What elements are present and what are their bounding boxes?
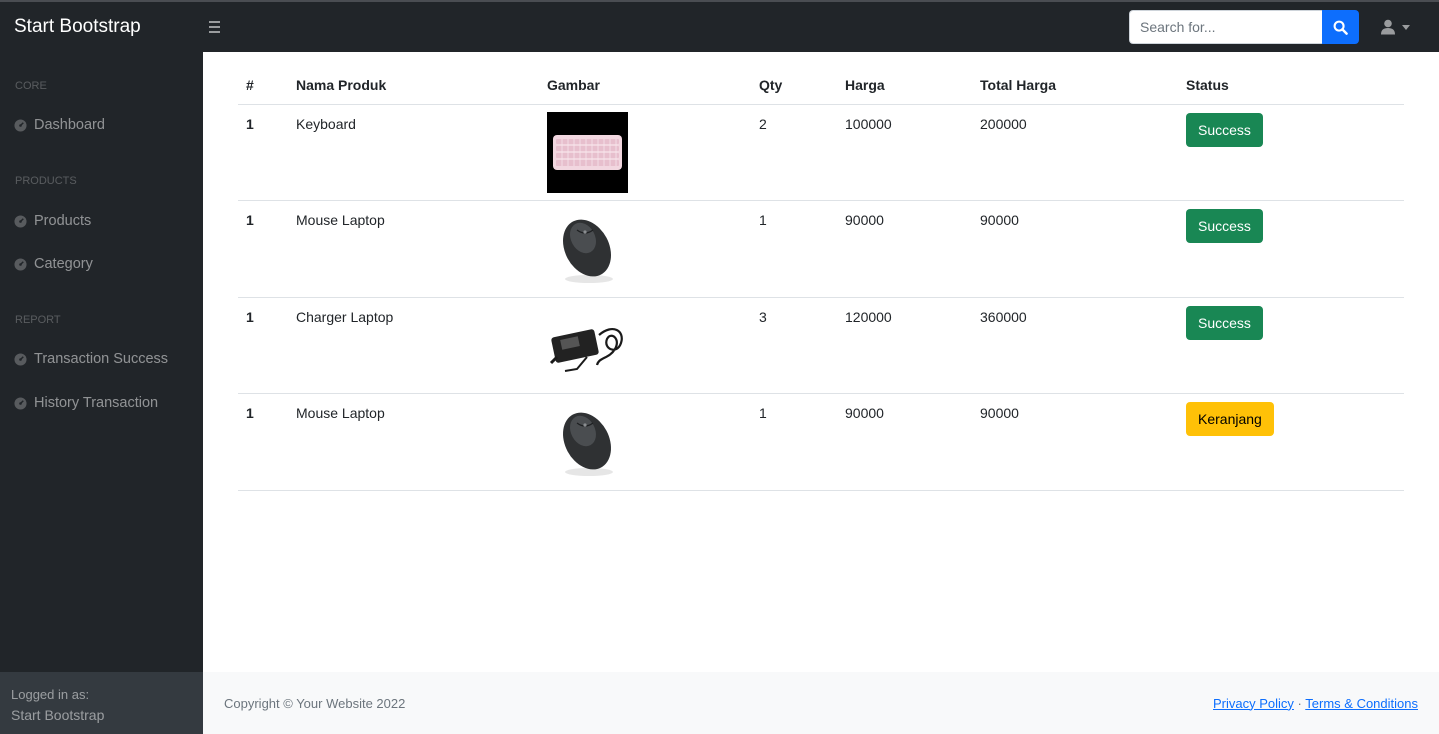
transactions-table: # Nama Produk Gambar Qty Harga Total Har… [238,67,1404,491]
sidebar-footer: Logged in as: Start Bootstrap [0,672,203,734]
table-row: 1 Mouse Laptop 1 90000 90000 Keranjang [238,393,1404,491]
product-name: Charger Laptop [288,297,539,394]
tachometer-icon [14,214,27,228]
column-header: Gambar [539,67,751,105]
page-footer: Copyright © Your Website 2022 Privacy Po… [203,672,1439,734]
navbar-brand[interactable]: Start Bootstrap [0,16,203,38]
top-navbar: Start Bootstrap [0,0,1439,52]
status-keranjang-button[interactable]: Keranjang [1186,402,1274,436]
tachometer-icon [14,396,27,410]
sidebar-item-label: Transaction Success [34,351,169,367]
total-price: 360000 [972,297,1178,394]
sidebar-toggle-button[interactable] [209,21,220,33]
search-input[interactable] [1129,10,1322,44]
column-header: Qty [751,67,837,105]
column-header: Harga [837,67,972,105]
total-price: 90000 [972,393,1178,491]
footer-links: Privacy Policy · Terms & Conditions [1213,696,1418,711]
sidebar-item-label: Dashboard [34,117,105,133]
status-success-button[interactable]: Success [1186,112,1263,147]
logged-in-user: Start Bootstrap [11,707,105,723]
total-price: 90000 [972,200,1178,298]
product-name: Mouse Laptop [288,200,539,298]
column-header: Total Harga [972,67,1178,105]
status-cell: Success [1178,297,1404,394]
column-header: # [238,67,288,105]
sidebar-item-label: Products [34,213,92,229]
row-number: 1 [238,393,288,491]
sidebar-item-category[interactable]: Category [14,256,93,272]
row-number: 1 [238,200,288,298]
footer-separator: · [1297,695,1302,711]
table-header-row: # Nama Produk Gambar Qty Harga Total Har… [238,67,1404,105]
status-cell: Keranjang [1178,393,1404,491]
product-name: Mouse Laptop [288,393,539,491]
sidebar: Core Dashboard Products Products Categor… [0,52,203,734]
quantity: 2 [751,104,837,201]
privacy-policy-link[interactable]: Privacy Policy [1213,696,1294,711]
column-header: Status [1178,67,1404,105]
sidebar-item-label: History Transaction [34,395,159,411]
sidebar-item-transaction-success[interactable]: Transaction Success [14,351,168,367]
tachometer-icon [14,257,27,271]
row-number: 1 [238,104,288,201]
status-success-button[interactable]: Success [1186,209,1263,243]
status-cell: Success [1178,200,1404,298]
table-row: 1 Keyboard 2 100000 200000 Success [238,104,1404,201]
quantity: 1 [751,200,837,298]
mouse-image [563,412,613,476]
sidebar-item-dashboard[interactable]: Dashboard [14,117,105,133]
terms-conditions-link[interactable]: Terms & Conditions [1305,696,1418,711]
status-cell: Success [1178,104,1404,201]
search-icon [1333,20,1348,35]
sidebar-item-label: Category [34,256,93,272]
status-success-button[interactable]: Success [1186,305,1263,340]
price: 90000 [837,393,972,491]
product-image-cell [539,393,751,491]
search-group [1129,10,1359,44]
product-image-cell [539,200,751,298]
quantity: 3 [751,297,837,394]
total-price: 200000 [972,104,1178,201]
keyboard-image [547,111,628,193]
price: 120000 [837,297,972,394]
bars-icon [209,21,220,23]
table-row: 1 Mouse Laptop 1 90000 90000 Success [238,200,1404,298]
user-dropdown-toggle[interactable] [1380,19,1410,35]
sidebar-item-history-transaction[interactable]: History Transaction [14,395,158,411]
sidebar-item-products[interactable]: Products [14,213,91,229]
search-button[interactable] [1322,10,1359,44]
sidebar-heading-products: Products [15,175,77,187]
table-row: 1 Charger Laptop 3 120000 360000 Success [238,297,1404,394]
product-image-cell [539,104,751,201]
tachometer-icon [14,118,27,132]
price: 100000 [837,104,972,201]
product-image-cell [539,297,751,394]
quantity: 1 [751,393,837,491]
sidebar-heading-core: Core [15,80,47,92]
charger-image [549,327,623,372]
column-header: Nama Produk [288,67,539,105]
copyright-text: Copyright © Your Website 2022 [224,695,406,711]
main-content: # Nama Produk Gambar Qty Harga Total Har… [203,52,1439,672]
caret-down-icon [1402,24,1410,30]
mouse-image [563,219,613,283]
logged-in-label: Logged in as: [11,687,90,702]
sidebar-heading-report: Report [15,314,61,326]
product-name: Keyboard [288,104,539,201]
user-icon [1381,19,1395,35]
row-number: 1 [238,297,288,394]
price: 90000 [837,200,972,298]
tachometer-icon [14,352,27,366]
